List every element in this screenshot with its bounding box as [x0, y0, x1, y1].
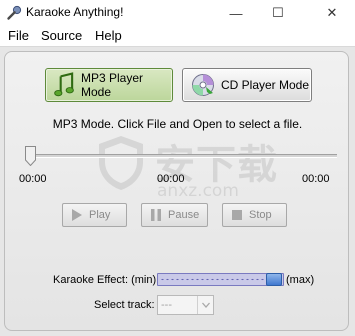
menu-file[interactable]: File [8, 28, 29, 43]
pause-icon [151, 209, 161, 221]
menu-bar: File Source Help [0, 26, 355, 46]
stop-icon [232, 210, 242, 220]
minimize-button[interactable]: — [219, 0, 253, 26]
select-track-dropdown[interactable]: --- [157, 295, 214, 315]
cd-player-mode-button[interactable]: CD Player Mode [182, 68, 312, 102]
select-track-label: Select track: [94, 299, 155, 311]
pause-label: Pause [168, 209, 200, 221]
music-note-icon [54, 72, 74, 97]
menu-source[interactable]: Source [41, 28, 82, 43]
karaoke-effect-thumb[interactable] [266, 273, 282, 286]
karaoke-effect-scale [160, 278, 264, 281]
karaoke-effect-slider[interactable] [157, 273, 284, 286]
maximize-button[interactable]: ☐ [261, 0, 295, 26]
karaoke-effect-max-label: (max) [286, 274, 315, 286]
shield-icon [99, 136, 143, 190]
client-area: 安下载 anxz.com MP3 Player Mode CD Player M… [0, 46, 355, 336]
close-button[interactable]: ✕ [315, 0, 349, 26]
select-track-value: --- [161, 299, 172, 311]
play-icon [72, 209, 82, 221]
chevron-down-icon [197, 296, 213, 314]
stop-button[interactable]: Stop [222, 203, 287, 227]
position-slider-thumb[interactable] [25, 146, 36, 166]
cd-icon [192, 74, 214, 96]
title-bar: Karaoke Anything! — ☐ ✕ [0, 0, 355, 26]
cd-player-mode-label: CD Player Mode [221, 78, 310, 92]
player-panel: 安下载 anxz.com MP3 Player Mode CD Player M… [4, 51, 349, 331]
time-start: 00:00 [19, 173, 47, 185]
menu-help[interactable]: Help [95, 28, 122, 43]
play-label: Play [89, 209, 111, 221]
mp3-player-mode-button[interactable]: MP3 Player Mode [45, 68, 173, 102]
play-button[interactable]: Play [62, 203, 127, 227]
karaoke-effect-label: Karaoke Effect: (min) [53, 274, 157, 286]
position-slider-track[interactable] [31, 154, 337, 158]
microphone-icon [7, 5, 22, 20]
window-title: Karaoke Anything! [26, 5, 124, 19]
mp3-player-mode-label: MP3 Player Mode [81, 71, 144, 99]
time-current: 00:00 [157, 173, 185, 185]
time-end: 00:00 [302, 173, 330, 185]
status-message: MP3 Mode. Click File and Open to select … [52, 117, 303, 131]
stop-label: Stop [249, 209, 272, 221]
pause-button[interactable]: Pause [141, 203, 208, 227]
